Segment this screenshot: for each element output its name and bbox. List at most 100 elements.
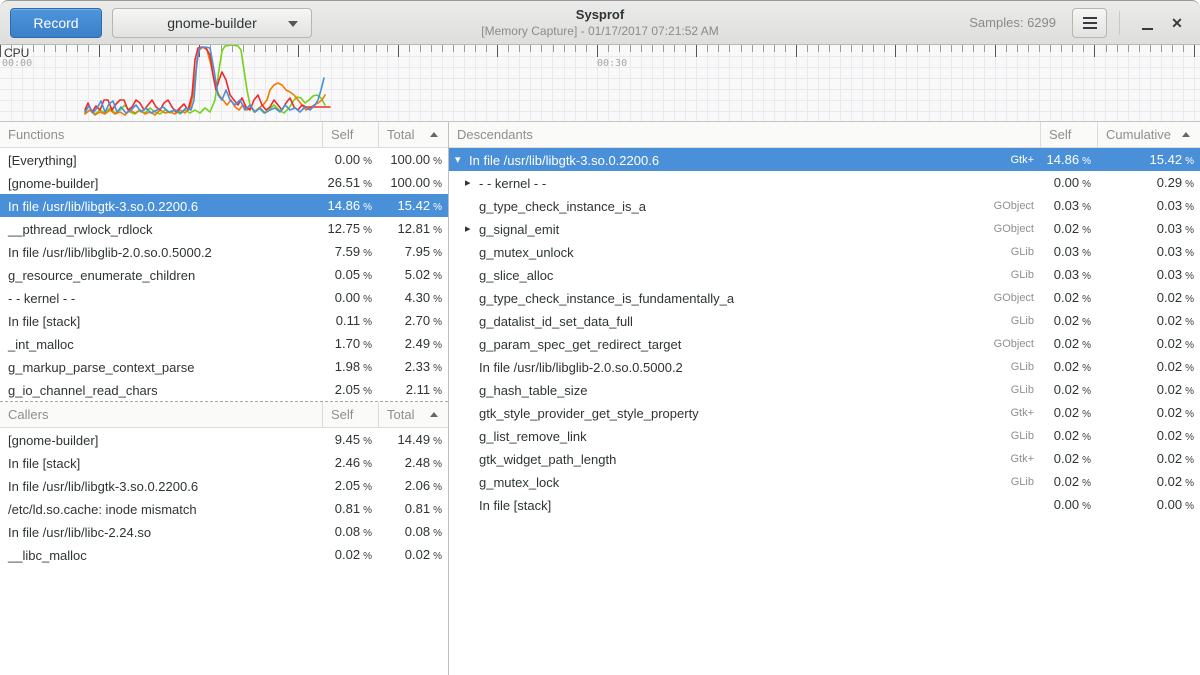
descendants-cumulative-column-header[interactable]: Cumulative [1097,122,1200,147]
function-name: In file [stack] [0,452,322,475]
self-percent: 14.86% [1040,148,1097,173]
library-badge: Gtk+ [1010,402,1040,425]
percent-sign: % [1185,248,1194,259]
functions-table-row[interactable]: g_resource_enumerate_children0.05%5.02% [0,263,448,286]
function-name-cell: In file /usr/lib/libglib-2.0.so.0.5000.2… [449,356,1040,379]
percent-sign: % [433,386,442,397]
descendants-table-row[interactable]: g_type_check_instance_is_fundamentally_a… [449,286,1200,309]
cpu-graph-canvas [0,45,1200,121]
percent-sign: % [1185,340,1194,351]
callers-table-row[interactable]: [gnome-builder]9.45%14.49% [0,428,448,451]
descendants-table-row[interactable]: In file /usr/lib/libglib-2.0.so.0.5000.2… [449,355,1200,378]
descendants-table-row[interactable]: g_mutex_unlockGLib0.03%0.03% [449,240,1200,263]
descendants-table-row[interactable]: g_mutex_lockGLib0.02%0.02% [449,470,1200,493]
descendants-table-row[interactable]: g_datalist_id_set_data_fullGLib0.02%0.02… [449,309,1200,332]
library-badge: GObject [994,218,1040,241]
close-button[interactable]: ✕ [1162,8,1192,38]
chevron-down-icon [288,21,298,27]
callers-table-row[interactable]: __libc_malloc0.02%0.02% [0,543,448,566]
functions-total-column-header[interactable]: Total [378,122,448,147]
callers-table-row[interactable]: In file [stack]2.46%2.48% [0,451,448,474]
percent-sign: % [1082,225,1091,236]
functions-table-row[interactable]: [Everything]0.00%100.00% [0,148,448,171]
total-percent: 2.70% [378,309,448,334]
self-percent: 0.02% [1040,309,1097,334]
functions-table-row[interactable]: g_markup_parse_context_parse1.98%2.33% [0,355,448,378]
minimize-button[interactable] [1132,8,1162,38]
functions-table-row[interactable]: In file /usr/lib/libgtk-3.so.0.2200.614.… [0,194,448,217]
function-name: g_param_spec_get_redirect_target [479,333,681,356]
self-percent: 2.05% [322,378,378,401]
functions-table-row[interactable]: _int_malloc1.70%2.49% [0,332,448,355]
library-badge: GLib [1011,241,1040,264]
callers-table-row[interactable]: In file /usr/lib/libc-2.24.so0.08%0.08% [0,520,448,543]
target-process-dropdown[interactable]: gnome-builder [112,8,312,38]
callers-self-column-header[interactable]: Self [322,402,378,427]
percent-sign: % [363,551,372,562]
descendants-table-row[interactable]: g_type_check_instance_is_aGObject0.03%0.… [449,194,1200,217]
menu-button[interactable] [1072,8,1107,38]
functions-table-row[interactable]: - - kernel - -0.00%4.30% [0,286,448,309]
functions-table-row[interactable]: In file /usr/lib/libglib-2.0.so.0.5000.2… [0,240,448,263]
header-bar: Record gnome-builder Sysprof [Memory Cap… [0,0,1200,45]
self-percent: 0.00% [322,148,378,173]
functions-table-row[interactable]: In file [stack]0.11%2.70% [0,309,448,332]
self-percent: 2.05% [322,474,378,499]
cpu-timeline-graph[interactable]: CPU 00:00 00:30 [0,45,1200,122]
functions-table-row[interactable]: g_io_channel_read_chars2.05%2.11% [0,378,448,401]
callers-section: Callers Self Total [gnome-builder]9.45%1… [0,401,448,566]
expander-open-icon[interactable]: ▾ [455,149,469,172]
self-percent: 0.02% [322,543,378,566]
function-name-cell: ▸- - kernel - - [449,172,1040,195]
total-percent: 2.33% [378,355,448,380]
descendants-table-row[interactable]: gtk_widget_path_lengthGtk+0.02%0.02% [449,447,1200,470]
record-button[interactable]: Record [10,8,102,38]
descendants-column-header[interactable]: Descendants [449,122,1040,147]
total-percent: 4.30% [378,286,448,311]
percent-sign: % [1082,179,1091,190]
total-percent: 100.00% [378,171,448,196]
percent-sign: % [1185,478,1194,489]
percent-sign: % [363,271,372,282]
percent-sign: % [363,202,372,213]
function-name: __libc_malloc [0,544,322,566]
self-percent: 1.70% [322,332,378,357]
descendants-table-row[interactable]: g_param_spec_get_redirect_targetGObject0… [449,332,1200,355]
percent-sign: % [1185,409,1194,420]
descendants-table-row[interactable]: g_hash_table_sizeGLib0.02%0.02% [449,378,1200,401]
expander-closed-icon[interactable]: ▸ [465,172,479,195]
function-name: g_list_remove_link [479,425,587,448]
library-badge: GLib [1011,425,1040,448]
callers-table-row[interactable]: /etc/ld.so.cache: inode mismatch0.81%0.8… [0,497,448,520]
callers-total-column-header[interactable]: Total [378,402,448,427]
function-name: [gnome-builder] [0,172,322,195]
function-name-cell: ▸g_signal_emitGObject [449,218,1040,241]
percent-sign: % [433,363,442,374]
self-percent: 14.86% [322,194,378,219]
descendants-table-row[interactable]: ▾In file /usr/lib/libgtk-3.so.0.2200.6Gt… [449,148,1200,171]
functions-table-row[interactable]: [gnome-builder]26.51%100.00% [0,171,448,194]
function-name: In file /usr/lib/libgtk-3.so.0.2200.6 [0,475,322,498]
minimize-icon [1142,28,1153,30]
functions-self-column-header[interactable]: Self [322,122,378,147]
descendants-table-row[interactable]: In file [stack]0.00%0.00% [449,493,1200,516]
function-name: In file /usr/lib/libglib-2.0.so.0.5000.2 [479,356,683,379]
percent-sign: % [1082,386,1091,397]
cumulative-percent: 0.02% [1097,378,1200,403]
callers-column-header[interactable]: Callers [0,402,322,427]
descendants-table-row[interactable]: g_slice_allocGLib0.03%0.03% [449,263,1200,286]
descendants-table-row[interactable]: ▸g_signal_emitGObject0.02%0.03% [449,217,1200,240]
expander-closed-icon[interactable]: ▸ [465,218,479,241]
descendants-self-column-header[interactable]: Self [1040,122,1097,147]
total-percent: 2.11% [378,378,448,401]
functions-column-header[interactable]: Functions [0,122,322,147]
function-name: [Everything] [0,149,322,172]
callers-table-row[interactable]: In file /usr/lib/libgtk-3.so.0.2200.62.0… [0,474,448,497]
function-name: g_resource_enumerate_children [0,264,322,287]
window-title: Sysprof [300,6,900,23]
descendants-table-row[interactable]: g_list_remove_linkGLib0.02%0.02% [449,424,1200,447]
functions-table-row[interactable]: __pthread_rwlock_rdlock12.75%12.81% [0,217,448,240]
library-badge: GLib [1011,310,1040,333]
descendants-table-row[interactable]: gtk_style_provider_get_style_propertyGtk… [449,401,1200,424]
descendants-table-row[interactable]: ▸- - kernel - -0.00%0.29% [449,171,1200,194]
